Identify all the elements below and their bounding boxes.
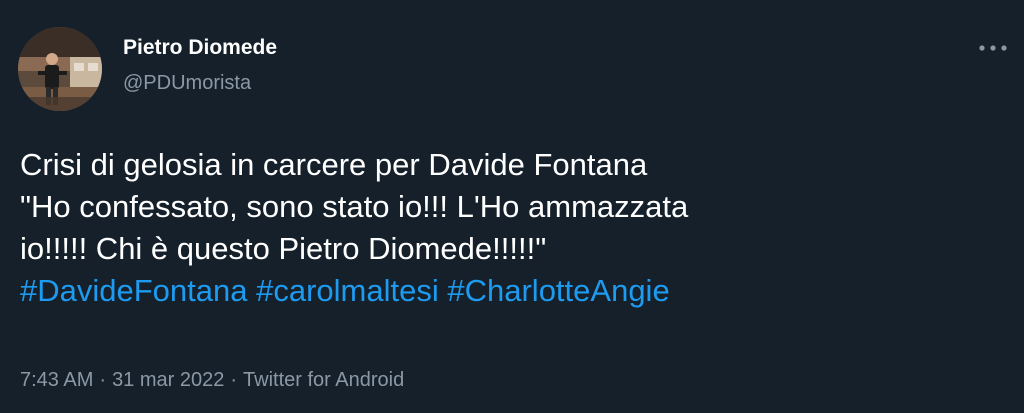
hashtag-link[interactable]: #DavideFontana (20, 273, 248, 308)
tweet-text: Crisi di gelosia in carcere per Davide F… (20, 144, 1010, 312)
tweet-meta: 7:43 AM · 31 mar 2022 · Twitter for Android (20, 369, 404, 392)
tweet-date[interactable]: 31 mar 2022 (112, 369, 224, 391)
tweet-card: Pietro Diomede @PDUmorista Crisi di gelo… (0, 0, 1024, 413)
tweet-source[interactable]: Twitter for Android (243, 369, 404, 391)
hashtag-link[interactable]: #carolmaltesi (256, 273, 439, 308)
tweet-text-line: io!!!!! Chi è questo Pietro Diomede!!!!!… (20, 231, 547, 266)
avatar[interactable] (18, 27, 102, 111)
more-horizontal-icon (979, 45, 1007, 51)
tweet-text-line: "Ho confessato, sono stato io!!! L'Ho am… (20, 189, 689, 224)
meta-separator: · (99, 369, 107, 391)
tweet-text-line: Crisi di gelosia in carcere per Davide F… (20, 147, 648, 182)
more-options-button[interactable] (976, 38, 1010, 58)
author-handle[interactable]: @PDUmorista (123, 72, 251, 95)
avatar-photo (18, 27, 102, 111)
meta-separator: · (230, 369, 238, 391)
hashtag-line: #DavideFontana #carolmaltesi #CharlotteA… (20, 270, 1010, 312)
tweet-time[interactable]: 7:43 AM (20, 369, 93, 391)
hashtag-link[interactable]: #CharlotteAngie (447, 273, 669, 308)
author-display-name[interactable]: Pietro Diomede (123, 36, 277, 60)
